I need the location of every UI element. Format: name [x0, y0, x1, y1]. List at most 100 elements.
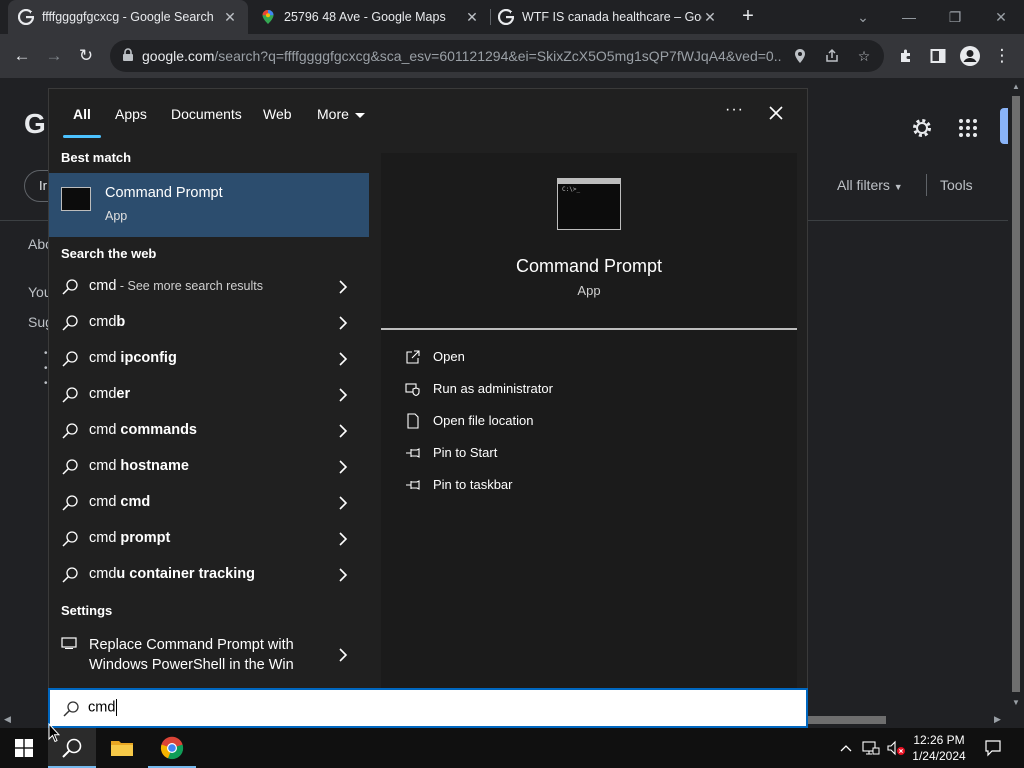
taskbar-search-box[interactable]: cmd [48, 688, 808, 728]
scrollbar-thumb[interactable] [808, 716, 886, 724]
profile-avatar-icon[interactable] [958, 44, 982, 68]
tab-google-search[interactable]: ffffggggfgcxcg - Google Search ✕ [8, 0, 248, 34]
clock-time: 12:26 PM [913, 733, 965, 747]
action-pin-to-start[interactable]: Pin to Start [405, 443, 785, 467]
tab-close-icon[interactable]: ✕ [464, 9, 480, 26]
close-icon[interactable] [766, 103, 786, 123]
caret-down-icon [354, 112, 365, 118]
action-run-as-admin[interactable]: Run as administrator [405, 379, 785, 403]
action-open[interactable]: Open [405, 347, 785, 371]
tab-close-icon[interactable]: ✕ [222, 9, 238, 26]
file-explorer-button[interactable] [98, 728, 146, 768]
menu-kebab-icon[interactable]: ⋮ [990, 44, 1014, 68]
best-match-command-prompt[interactable]: Command Prompt App [49, 173, 369, 237]
chrome-taskbar-button[interactable] [148, 728, 196, 768]
web-result-item[interactable]: cmder [49, 377, 369, 413]
system-clock[interactable]: 12:26 PM 1/24/2024 [906, 732, 972, 764]
tab-canada-healthcare[interactable]: WTF IS canada healthcare – Goo ✕ [488, 0, 728, 34]
side-panel-icon[interactable] [926, 44, 950, 68]
tab-apps[interactable]: Apps [115, 106, 147, 122]
scrollbar-thumb[interactable] [1012, 96, 1020, 692]
web-result-item[interactable]: cmd - See more search results [49, 269, 369, 305]
chevron-right-icon[interactable] [337, 531, 349, 547]
chevron-right-icon[interactable] [337, 495, 349, 511]
chevron-right-icon[interactable] [337, 423, 349, 439]
apps-grid-icon[interactable] [958, 118, 978, 138]
scroll-up-arrow-icon[interactable]: ▲ [1011, 82, 1021, 91]
extensions-puzzle-icon[interactable] [894, 44, 918, 68]
action-pin-to-taskbar[interactable]: Pin to taskbar [405, 475, 785, 499]
chevron-right-icon[interactable] [337, 459, 349, 475]
more-options-icon[interactable]: ··· [725, 101, 744, 119]
address-bar[interactable]: google.com/search?q=ffffggggfgcxcg&sca_e… [110, 40, 884, 72]
scroll-left-arrow-icon[interactable]: ◀ [4, 714, 11, 725]
query-prefix: cmd [89, 530, 117, 546]
web-result-item[interactable]: cmd hostname [49, 449, 369, 485]
tab-close-icon[interactable]: ✕ [702, 9, 718, 26]
restore-icon[interactable]: ❐ [932, 0, 978, 34]
all-filters-label: All filters [837, 177, 890, 193]
scroll-right-arrow-icon[interactable]: ▶ [994, 714, 1001, 725]
tab-search-chevron-icon[interactable]: ⌄ [840, 0, 886, 34]
web-result-item[interactable]: cmdb [49, 305, 369, 341]
notification-center-icon[interactable] [984, 739, 1001, 757]
settings-result[interactable]: Replace Command Prompt with Windows Powe… [49, 629, 369, 681]
command-prompt-icon [61, 187, 91, 211]
back-arrow-icon[interactable]: ← [10, 44, 34, 68]
minimize-icon[interactable]: — [886, 0, 932, 34]
web-result-item[interactable]: cmd prompt [49, 521, 369, 557]
chevron-right-icon[interactable] [337, 351, 349, 367]
settings-gear-icon[interactable] [910, 116, 934, 140]
action-open-file-location[interactable]: Open file location [405, 411, 785, 435]
tab-more[interactable]: More [317, 106, 365, 122]
search-icon [62, 495, 78, 511]
scroll-down-arrow-icon[interactable]: ▼ [1011, 698, 1021, 707]
tab-documents[interactable]: Documents [171, 106, 242, 122]
google-logo[interactable]: G [24, 108, 46, 140]
search-icon [62, 738, 82, 758]
reload-icon[interactable]: ↻ [74, 44, 98, 68]
bookmark-star-icon[interactable]: ☆ [854, 46, 874, 66]
settings-monitor-icon [61, 637, 77, 649]
web-result-label: cmd prompt [89, 530, 170, 546]
web-result-item[interactable]: cmd cmd [49, 485, 369, 521]
tools-button[interactable]: Tools [940, 177, 973, 193]
tab-web[interactable]: Web [263, 106, 292, 122]
network-icon[interactable] [862, 740, 880, 756]
start-button[interactable] [0, 728, 48, 768]
volume-muted-icon[interactable] [886, 740, 905, 756]
admin-shield-icon [405, 383, 420, 397]
web-result-item[interactable]: cmd commands [49, 413, 369, 449]
selected-tab-indicator [63, 135, 101, 138]
show-hidden-icons-chevron-icon[interactable] [838, 740, 854, 756]
google-favicon-icon [498, 9, 514, 25]
web-result-label: cmd ipconfig [89, 350, 177, 366]
share-icon[interactable] [822, 46, 842, 66]
close-window-icon[interactable]: ✕ [978, 0, 1024, 34]
web-result-item[interactable]: cmd ipconfig [49, 341, 369, 377]
all-filters-button[interactable]: All filters ▼ [837, 177, 903, 193]
preview-divider [381, 328, 797, 330]
chevron-right-icon[interactable] [337, 647, 349, 663]
site-info-icon[interactable] [122, 48, 134, 62]
preview-app-name: Command Prompt [515, 256, 663, 276]
query-prefix: cmd [89, 494, 117, 510]
chevron-right-icon[interactable] [337, 315, 349, 331]
forward-arrow-icon[interactable]: → [42, 44, 66, 68]
tab-all[interactable]: All [73, 106, 91, 122]
chevron-right-icon[interactable] [337, 279, 349, 295]
suggestion-completion: hostname [116, 458, 189, 474]
chrome-logo-icon [160, 736, 184, 760]
web-result-item[interactable]: cmdu container tracking [49, 557, 369, 593]
new-tab-plus-icon[interactable]: + [738, 6, 758, 26]
sign-in-button-edge[interactable] [1000, 108, 1008, 144]
search-icon [62, 351, 78, 367]
chevron-right-icon[interactable] [337, 567, 349, 583]
chevron-right-icon[interactable] [337, 387, 349, 403]
location-pin-icon[interactable] [790, 46, 810, 66]
search-icon [62, 567, 78, 583]
vertical-scrollbar[interactable]: ▲ ▼ [1008, 78, 1024, 712]
tab-google-maps[interactable]: 25796 48 Ave - Google Maps ✕ [250, 0, 490, 34]
action-label: Open [433, 349, 465, 364]
search-icon [62, 279, 78, 295]
